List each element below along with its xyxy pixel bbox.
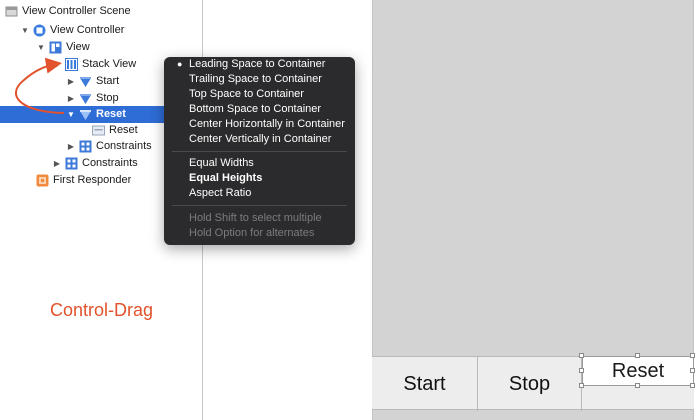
outline-label: First Responder <box>53 174 132 186</box>
control-drag-annotation: Control-Drag <box>50 300 154 320</box>
resize-handle[interactable] <box>579 383 584 388</box>
menu-item-trailing-space[interactable]: Trailing Space to Container <box>164 72 355 87</box>
label-icon <box>92 124 105 137</box>
resize-handle[interactable] <box>690 368 695 373</box>
constraints-icon <box>79 140 92 153</box>
scene-icon <box>5 5 18 18</box>
disclosure-collapsed-icon[interactable]: ▶ <box>66 94 76 104</box>
outline-label: View <box>66 41 90 53</box>
menu-item-center-horizontally[interactable]: Center Horizontally in Container <box>164 117 355 132</box>
resize-handle[interactable] <box>690 383 695 388</box>
outline-row-view-controller[interactable]: ▼ View Controller <box>0 22 203 39</box>
outline-label: Constraints <box>96 140 152 152</box>
disclosure-expanded-icon[interactable]: ▼ <box>52 60 62 70</box>
outline-label: View Controller <box>50 24 125 36</box>
disclosure-collapsed-icon[interactable]: ▶ <box>52 159 62 169</box>
menu-hint-option: Hold Option for alternates <box>164 226 355 241</box>
outline-label: Reset <box>109 124 138 136</box>
menu-item-label: Equal Heights <box>189 172 263 184</box>
menu-item-center-vertically[interactable]: Center Vertically in Container <box>164 132 355 147</box>
menu-item-bottom-space[interactable]: Bottom Space to Container <box>164 102 355 117</box>
outline-label: View Controller Scene <box>22 5 131 17</box>
button-icon <box>79 75 92 88</box>
outline-label: Stack View <box>82 58 137 70</box>
menu-item-label: Hold Shift to select multiple <box>189 212 322 224</box>
outline-label: Stop <box>96 92 119 104</box>
menu-item-leading-space[interactable]: ● Leading Space to Container <box>164 57 355 72</box>
menu-separator <box>172 151 347 152</box>
menu-item-equal-heights[interactable]: Equal Heights <box>164 171 355 186</box>
reset-button[interactable]: Reset <box>582 356 694 386</box>
menu-item-label: Hold Option for alternates <box>189 227 315 239</box>
constraints-icon <box>65 157 78 170</box>
menu-item-label: Bottom Space to Container <box>189 103 322 115</box>
outline-row-view[interactable]: ▼ View <box>0 39 203 56</box>
bullet-icon: ● <box>177 59 183 69</box>
start-button[interactable]: Start <box>372 357 478 411</box>
menu-item-label: Top Space to Container <box>189 88 304 100</box>
menu-item-label: Center Vertically in Container <box>189 133 332 145</box>
stack-view-icon <box>65 58 78 71</box>
menu-item-label: Center Horizontally in Container <box>189 118 345 130</box>
button-icon <box>79 108 92 121</box>
first-responder-icon <box>36 174 49 187</box>
disclosure-expanded-icon[interactable]: ▼ <box>20 26 30 36</box>
menu-item-label: Equal Widths <box>189 157 254 169</box>
disclosure-expanded-icon[interactable]: ▼ <box>36 43 46 53</box>
menu-item-equal-widths[interactable]: Equal Widths <box>164 156 355 171</box>
outline-row-scene[interactable]: View Controller Scene <box>0 3 203 20</box>
menu-item-aspect-ratio[interactable]: Aspect Ratio <box>164 186 355 201</box>
resize-handle[interactable] <box>690 353 695 358</box>
resize-handle[interactable] <box>635 353 640 358</box>
menu-item-label: Trailing Space to Container <box>189 73 322 85</box>
resize-handle[interactable] <box>579 368 584 373</box>
outline-label: Constraints <box>82 157 138 169</box>
disclosure-collapsed-icon[interactable]: ▶ <box>66 77 76 87</box>
view-controller-icon <box>33 24 46 37</box>
disclosure-collapsed-icon[interactable]: ▶ <box>66 142 76 152</box>
menu-item-label: Aspect Ratio <box>189 187 252 199</box>
stop-button[interactable]: Stop <box>478 357 582 411</box>
resize-handle[interactable] <box>579 353 584 358</box>
menu-item-top-space[interactable]: Top Space to Container <box>164 87 355 102</box>
menu-separator <box>172 205 347 206</box>
outline-label: Reset <box>96 108 126 120</box>
button-icon <box>79 92 92 105</box>
outline-label: Start <box>96 75 120 87</box>
menu-hint-shift: Hold Shift to select multiple <box>164 211 355 226</box>
constraint-context-menu: ● Leading Space to Container Trailing Sp… <box>164 57 355 245</box>
view-icon <box>49 41 62 54</box>
menu-item-label: Leading Space to Container <box>189 58 326 70</box>
resize-handle[interactable] <box>635 383 640 388</box>
disclosure-expanded-icon[interactable]: ▼ <box>66 110 76 120</box>
